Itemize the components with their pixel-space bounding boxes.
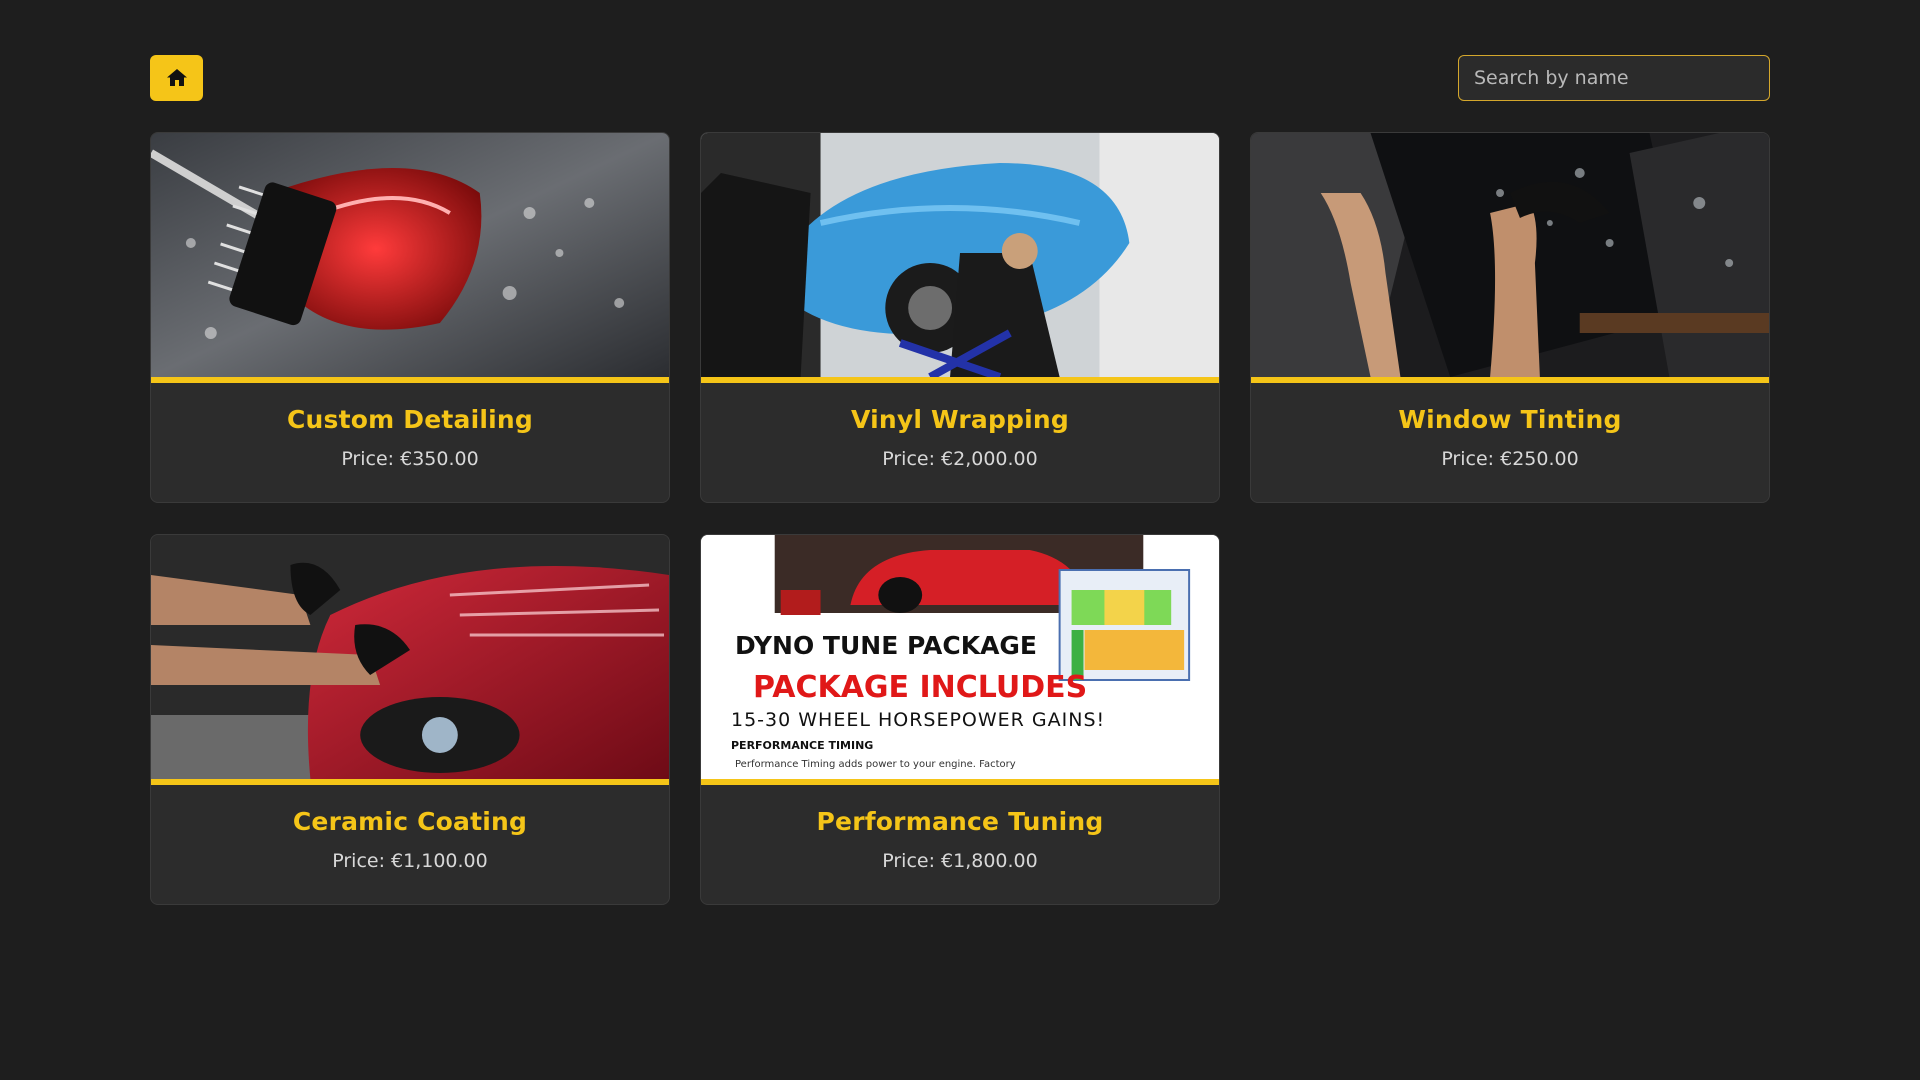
service-card-vinyl-wrapping[interactable]: Vinyl Wrapping Price: €2,000.00 — [700, 132, 1220, 503]
service-price: Price: €250.00 — [1441, 448, 1579, 470]
dyno-line-3: 15-30 WHEEL HORSEPOWER GAINS! — [731, 709, 1106, 731]
service-title: Window Tinting — [1398, 405, 1622, 434]
dyno-line-2: PACKAGE INCLUDES — [753, 670, 1088, 705]
search-input[interactable] — [1458, 55, 1770, 101]
page: Custom Detailing Price: €350.00 — [0, 0, 1920, 1080]
service-price: Price: €2,000.00 — [882, 448, 1038, 470]
service-card-window-tinting[interactable]: Window Tinting Price: €250.00 — [1250, 132, 1770, 503]
service-card-performance-tuning[interactable]: DYNO TUNE PACKAGE PACKAGE INCLUDES 15-30… — [700, 534, 1220, 905]
service-image: DYNO TUNE PACKAGE PACKAGE INCLUDES 15-30… — [701, 535, 1219, 785]
service-price: Price: €1,800.00 — [882, 850, 1038, 872]
home-icon — [166, 69, 187, 86]
service-image — [151, 133, 669, 383]
service-image — [151, 535, 669, 785]
service-price: Price: €350.00 — [341, 448, 479, 470]
dyno-line-5: Performance Timing adds power to your en… — [735, 759, 1016, 770]
dyno-line-1: DYNO TUNE PACKAGE — [735, 631, 1038, 660]
service-price: Price: €1,100.00 — [332, 850, 488, 872]
service-card-custom-detailing[interactable]: Custom Detailing Price: €350.00 — [150, 132, 670, 503]
service-title: Performance Tuning — [816, 807, 1104, 836]
dyno-line-4: PERFORMANCE TIMING — [731, 739, 874, 752]
top-bar — [150, 55, 1770, 103]
service-image — [701, 133, 1219, 383]
service-title: Custom Detailing — [286, 405, 534, 434]
service-title: Ceramic Coating — [292, 807, 528, 836]
service-image — [1251, 133, 1769, 383]
service-card-ceramic-coating[interactable]: Ceramic Coating Price: €1,100.00 — [150, 534, 670, 905]
service-title: Vinyl Wrapping — [850, 405, 1070, 434]
home-button[interactable] — [150, 55, 203, 101]
